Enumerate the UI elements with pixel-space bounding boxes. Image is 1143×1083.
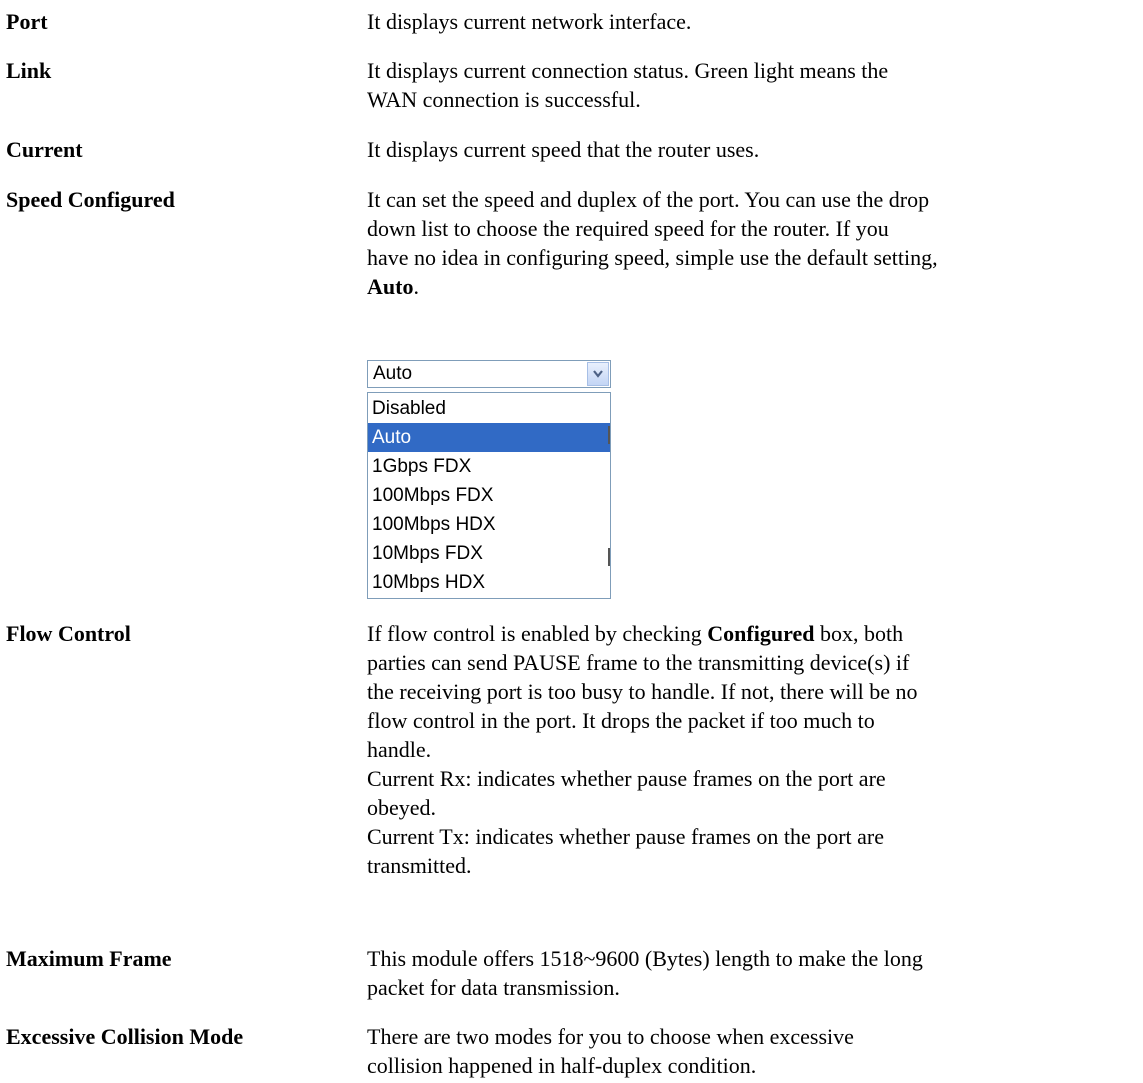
chevron-down-icon[interactable] <box>587 362 609 386</box>
desc-line: transmitted. <box>367 853 472 878</box>
desc-line: It displays current network interface. <box>367 9 692 34</box>
term-link: Link <box>6 58 52 83</box>
desc-maximum-frame: This module offers 1518~9600 (Bytes) len… <box>367 944 1127 1002</box>
desc-excessive-collision-mode: There are two modes for you to choose wh… <box>367 1022 1127 1080</box>
speed-select[interactable]: Auto <box>367 360 611 388</box>
term-flow-control: Flow Control <box>6 621 131 646</box>
term-excessive-collision-mode: Excessive Collision Mode <box>6 1024 244 1049</box>
term-maximum-frame: Maximum Frame <box>6 946 172 971</box>
desc-line: the receiving port is too busy to handle… <box>367 679 918 704</box>
desc-line: It displays current speed that the route… <box>367 137 760 162</box>
desc-port: It displays current network interface. <box>367 7 1127 36</box>
default-setting-auto: Auto <box>367 274 414 299</box>
desc-speed-configured: It can set the speed and duplex of the p… <box>367 185 1127 301</box>
divider <box>608 426 610 444</box>
option-100mbps-hdx[interactable]: 100Mbps HDX <box>368 510 610 539</box>
term-speed-configured: Speed Configured <box>6 187 175 212</box>
option-disabled[interactable]: Disabled <box>368 394 610 423</box>
option-1gbps-fdx[interactable]: 1Gbps FDX <box>368 452 610 481</box>
desc-line: If flow control is enabled by checking C… <box>367 619 1127 648</box>
desc-line: collision happened in half-duplex condit… <box>367 1053 757 1078</box>
desc-line: obeyed. <box>367 795 437 820</box>
option-auto[interactable]: Auto <box>368 423 610 452</box>
text: box, both <box>814 621 904 646</box>
option-100mbps-fdx[interactable]: 100Mbps FDX <box>368 481 610 510</box>
desc-line: down list to choose the required speed f… <box>367 216 889 241</box>
desc-line: parties can send PAUSE frame to the tran… <box>367 650 910 675</box>
desc-line: WAN connection is successful. <box>367 87 641 112</box>
option-10mbps-fdx[interactable]: 10Mbps FDX <box>368 539 610 568</box>
desc-line: It displays current connection status. G… <box>367 58 889 83</box>
desc-line-last: Auto. <box>367 272 1127 301</box>
desc-current: It displays current speed that the route… <box>367 135 1127 164</box>
speed-select-value: Auto <box>373 363 413 384</box>
desc-line: handle. <box>367 737 432 762</box>
desc-line: This module offers 1518~9600 (Bytes) len… <box>367 946 923 971</box>
desc-line: flow control in the port. It drops the p… <box>367 708 875 733</box>
text: If flow control is enabled by checking <box>367 621 708 646</box>
desc-line: have no idea in configuring speed, simpl… <box>367 245 938 270</box>
term-port: Port <box>6 9 48 34</box>
desc-line: packet for data transmission. <box>367 975 620 1000</box>
desc-link: It displays current connection status. G… <box>367 56 1127 114</box>
desc-line: Current Rx: indicates whether pause fram… <box>367 766 886 791</box>
desc-line: Current Tx: indicates whether pause fram… <box>367 824 885 849</box>
period: . <box>413 274 419 299</box>
speed-dropdown[interactable]: Auto Disabled Auto 1Gbps FDX 100Mbps FDX… <box>367 360 611 599</box>
configured-label: Configured <box>707 621 815 646</box>
option-10mbps-hdx[interactable]: 10Mbps HDX <box>368 568 610 597</box>
desc-flow-control: If flow control is enabled by checking C… <box>367 619 1127 880</box>
speed-option-list[interactable]: Disabled Auto 1Gbps FDX 100Mbps FDX 100M… <box>367 392 611 599</box>
term-current: Current <box>6 137 83 162</box>
chevron-down-icon-glyph <box>593 370 603 378</box>
divider <box>608 548 610 566</box>
desc-line: It can set the speed and duplex of the p… <box>367 187 930 212</box>
desc-line: There are two modes for you to choose wh… <box>367 1024 854 1049</box>
